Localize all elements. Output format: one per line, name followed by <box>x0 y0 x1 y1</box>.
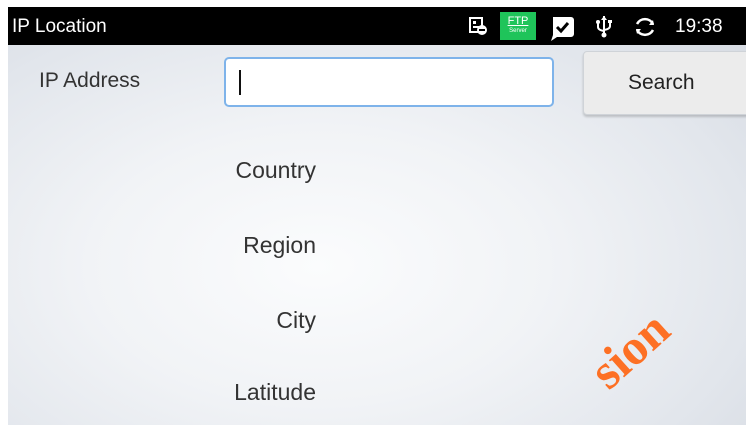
ftp-badge-line2: Server <box>509 28 527 34</box>
status-bar: IP Location FTP Server 19:38 <box>8 7 746 45</box>
sync-icon <box>632 14 658 45</box>
search-button[interactable]: Search <box>583 51 746 115</box>
usb-icon <box>594 14 614 43</box>
text-cursor <box>239 70 241 95</box>
contact-card-icon <box>468 15 488 42</box>
app-title: IP Location <box>12 16 107 37</box>
check-badge-icon <box>548 13 576 46</box>
region-label: Region <box>243 232 316 258</box>
ftp-server-icon: FTP Server <box>500 12 536 40</box>
status-time: 19:38 <box>675 16 723 37</box>
app-screen: IP Location FTP Server 19:38 IP Address … <box>8 7 746 425</box>
ip-address-label: IP Address <box>39 69 141 92</box>
latitude-label: Latitude <box>234 379 316 405</box>
ftp-badge-line1: FTP <box>507 15 529 27</box>
watermark-text: sion <box>578 300 681 400</box>
city-label: City <box>276 307 316 333</box>
ip-address-input[interactable] <box>224 57 554 107</box>
country-label: Country <box>235 157 316 183</box>
